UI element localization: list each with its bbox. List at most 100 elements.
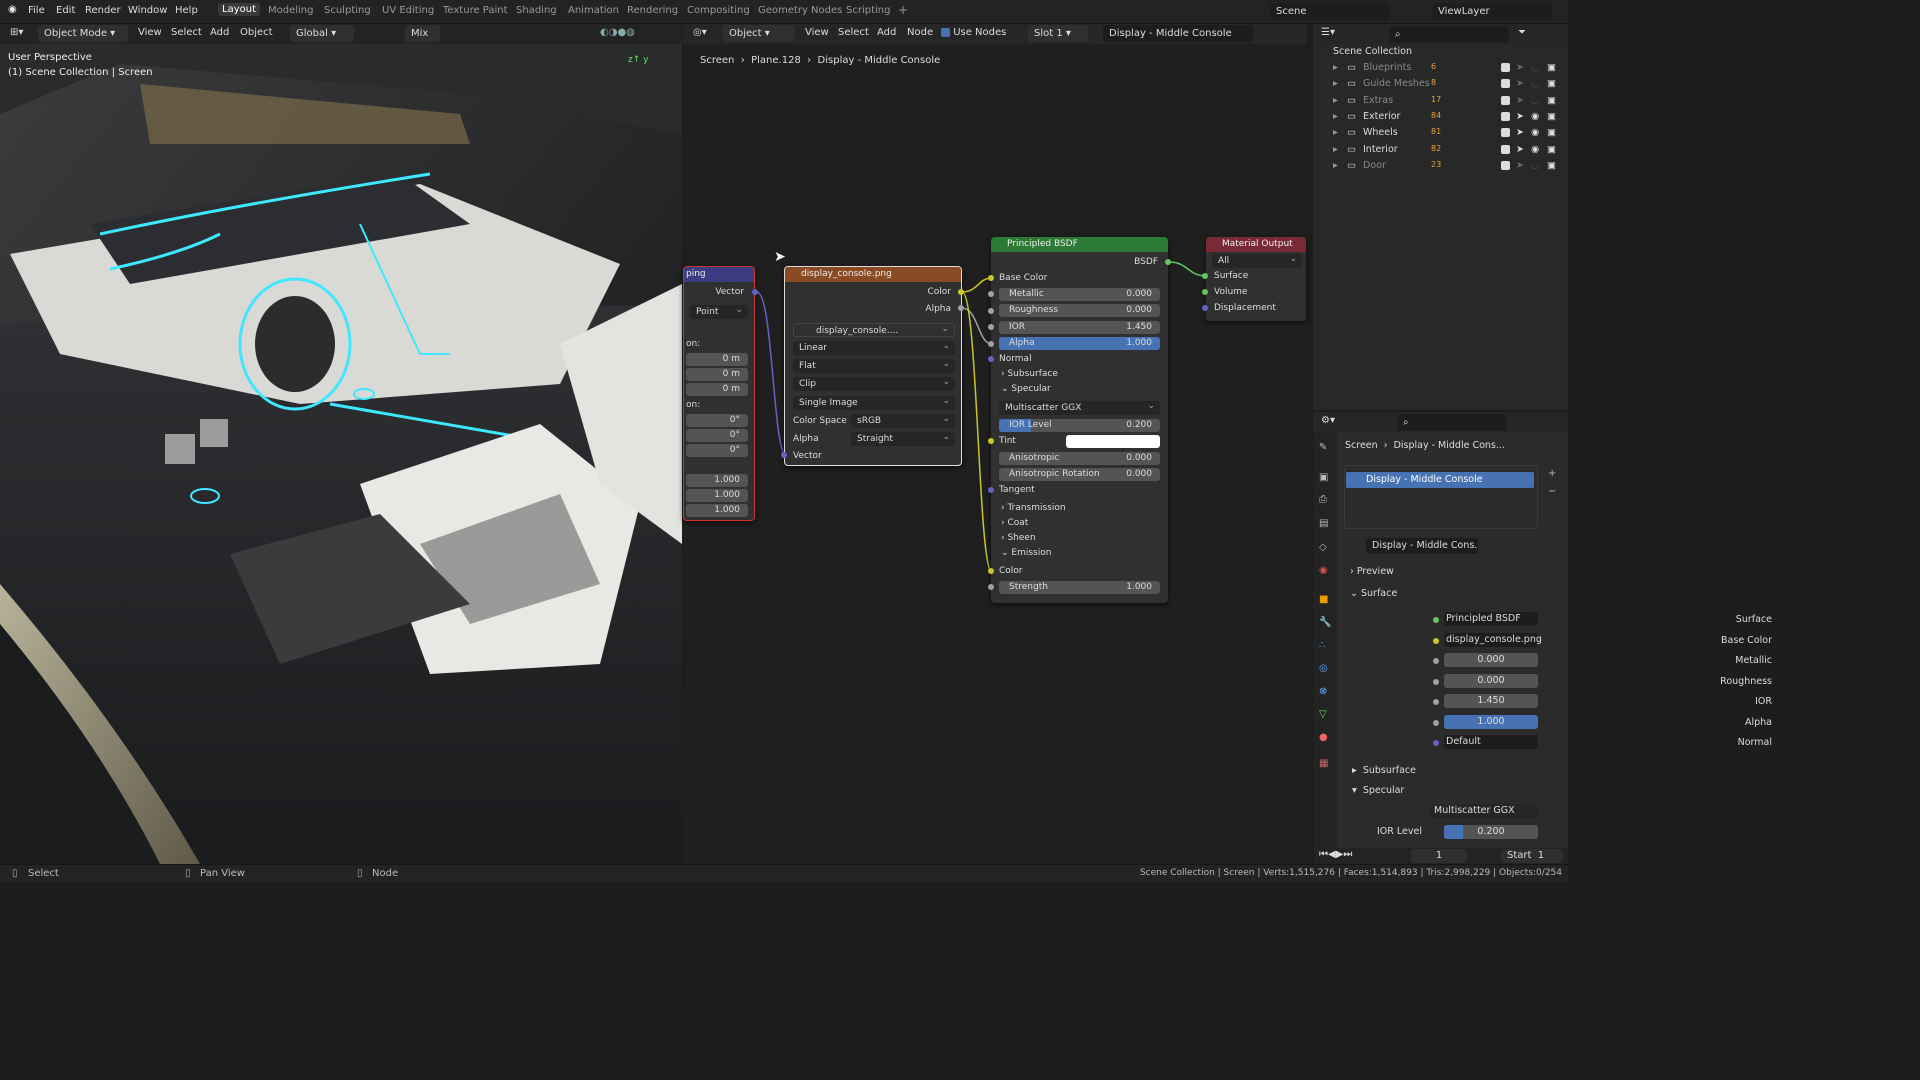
tab-shading[interactable]: Shading (516, 5, 557, 16)
bsdf-alpha-slider[interactable]: Alpha 1.000 (999, 337, 1160, 350)
particles-tab-icon[interactable]: ∴ (1319, 640, 1325, 651)
data-tab-icon[interactable]: ▽ (1319, 709, 1327, 720)
visibility-eye-icon[interactable]: ◡ (1531, 95, 1539, 106)
roughness-socket[interactable] (988, 308, 994, 314)
scene-tab-icon[interactable]: ◇ (1319, 542, 1327, 553)
emission-color-socket[interactable] (988, 568, 994, 574)
breadcrumb-screen[interactable]: Screen (700, 55, 734, 66)
start-frame-field[interactable]: Start 1 (1501, 849, 1563, 863)
render-tab-icon[interactable]: ▣ (1319, 472, 1328, 483)
menu-window[interactable]: Window (128, 5, 167, 16)
tab-rendering[interactable]: Rendering (627, 5, 678, 16)
mapping-scale-z[interactable]: 1.000 (686, 504, 748, 517)
prop-socket-icon[interactable] (1433, 740, 1439, 746)
exclude-checkbox[interactable] (1501, 160, 1510, 171)
object-mode-dropdown[interactable]: Object Mode ▾ (38, 25, 128, 42)
selectable-arrow-icon[interactable]: ➤ (1516, 111, 1524, 122)
shading-modes-icon[interactable]: ◐◑●◍ (600, 27, 635, 38)
props-distribution-dropdown[interactable]: Multiscatter GGX (1430, 804, 1538, 818)
mapping-loc-z[interactable]: 0 m (686, 383, 748, 396)
prop-socket-icon[interactable] (1433, 617, 1439, 623)
prop-value-field[interactable]: 0.000 (1444, 673, 1538, 688)
constraints-tab-icon[interactable]: ⊗ (1319, 686, 1327, 697)
tab-texture-paint[interactable]: Texture Paint (443, 5, 508, 16)
tab-animation[interactable]: Animation (568, 5, 619, 16)
mapping-type-dropdown[interactable]: Point (690, 303, 748, 319)
visibility-eye-icon[interactable]: ◉ (1531, 127, 1539, 138)
outliner-type-icon[interactable]: ☰▾ (1321, 27, 1335, 38)
outliner-scene-collection[interactable]: Scene Collection (1313, 46, 1568, 62)
viewport-menu-add[interactable]: Add (210, 27, 229, 38)
bsdf-specular-panel[interactable]: ⌄ Specular (1001, 384, 1051, 394)
tint-socket[interactable] (988, 438, 994, 444)
output-surface-socket[interactable] (1202, 273, 1208, 279)
bsdf-ior-slider[interactable]: IOR 1.450 (999, 321, 1160, 334)
tab-modeling[interactable]: Modeling (268, 5, 314, 16)
material-output-node[interactable]: Material Output All Surface Volume Displ… (1206, 237, 1306, 321)
output-displacement-socket[interactable] (1202, 305, 1208, 311)
exclude-checkbox[interactable] (1501, 62, 1510, 73)
selectable-arrow-icon[interactable]: ➤ (1516, 127, 1524, 138)
render-camera-icon[interactable]: ▣ (1547, 78, 1556, 89)
exclude-checkbox[interactable] (1501, 111, 1510, 122)
world-tab-icon[interactable]: ◉ (1319, 565, 1328, 576)
mapping-scale-x[interactable]: 1.000 (686, 474, 748, 487)
visibility-eye-icon[interactable]: ◡ (1531, 78, 1539, 89)
bsdf-coat-panel[interactable]: › Coat (1001, 518, 1028, 528)
bsdf-aniso-rotation-slider[interactable]: Anisotropic Rotation 0.000 (999, 468, 1160, 481)
slot-dropdown[interactable]: Slot 1 ▾ (1028, 25, 1088, 42)
props-breadcrumb-material[interactable]: Display - Middle Cons... (1394, 440, 1505, 451)
bsdf-anisotropic-slider[interactable]: Anisotropic 0.000 (999, 452, 1160, 465)
physics-tab-icon[interactable]: ◎ (1319, 663, 1328, 674)
principled-bsdf-node[interactable]: Principled BSDF BSDF Base Color Metallic… (991, 237, 1168, 603)
exclude-checkbox[interactable] (1501, 127, 1510, 138)
tab-uv-editing[interactable]: UV Editing (382, 5, 434, 16)
use-nodes-checkbox[interactable]: Use Nodes (941, 27, 1006, 38)
output-target-dropdown[interactable]: All (1212, 252, 1302, 268)
base-color-socket[interactable] (988, 275, 994, 281)
breadcrumb-material[interactable]: Display - Middle Console (818, 55, 941, 66)
outliner-collection-row[interactable]: ▸ ▭ Extras 17 ➤ ◡ ▣ (1313, 95, 1568, 111)
image-color-socket[interactable] (958, 289, 964, 295)
selectable-arrow-icon[interactable]: ➤ (1516, 144, 1524, 155)
emission-strength-slider[interactable]: Strength 1.000 (999, 581, 1160, 594)
mapping-rot-x[interactable]: 0° (686, 414, 748, 427)
bsdf-ior-level-slider[interactable]: IOR Level 0.200 (999, 419, 1160, 432)
menu-file[interactable]: File (28, 5, 45, 16)
bsdf-metallic-slider[interactable]: Metallic 0.000 (999, 288, 1160, 301)
node-menu-node[interactable]: Node (907, 27, 933, 38)
menu-render[interactable]: Render (85, 5, 121, 16)
mapping-vector-socket[interactable] (752, 289, 758, 295)
outliner-collection-row[interactable]: ▸ ▭ Wheels 81 ➤ ◉ ▣ (1313, 127, 1568, 143)
bsdf-roughness-slider[interactable]: Roughness 0.000 (999, 304, 1160, 317)
outliner-collection-row[interactable]: ▸ ▭ Guide Meshes 8 ➤ ◡ ▣ (1313, 78, 1568, 94)
add-slot-button[interactable]: + (1548, 468, 1556, 479)
breadcrumb-object[interactable]: Plane.128 (751, 55, 801, 66)
subsurface-subpanel[interactable]: ▸ Subsurface (1352, 765, 1416, 776)
tab-sculpting[interactable]: Sculpting (324, 5, 371, 16)
render-camera-icon[interactable]: ▣ (1547, 127, 1556, 138)
playback-controls-icon[interactable]: ⏮◀▶⏭ (1319, 849, 1352, 860)
bsdf-subsurface-panel[interactable]: › Subsurface (1001, 369, 1058, 379)
normal-socket[interactable] (988, 356, 994, 362)
bsdf-output-socket[interactable] (1165, 259, 1171, 265)
prop-socket-icon[interactable] (1433, 637, 1439, 644)
properties-type-icon[interactable]: ⚙▾ (1321, 415, 1335, 426)
bsdf-sheen-panel[interactable]: › Sheen (1001, 533, 1036, 543)
render-camera-icon[interactable]: ▣ (1547, 160, 1556, 171)
prop-value-field[interactable]: Default (1444, 735, 1538, 749)
output-tab-icon[interactable]: ⎙ (1319, 494, 1327, 505)
render-camera-icon[interactable]: ▣ (1547, 95, 1556, 106)
properties-search-field[interactable]: ⌕ (1397, 414, 1507, 431)
add-workspace-button[interactable]: + (898, 3, 908, 17)
ior-socket[interactable] (988, 324, 994, 330)
viewport-menu-select[interactable]: Select (171, 27, 202, 38)
color-space-dropdown[interactable]: sRGB (851, 412, 955, 428)
material-tab-icon[interactable]: ● (1319, 732, 1328, 743)
tab-scripting[interactable]: Scripting (846, 5, 890, 16)
viewport-menu-object[interactable]: Object (240, 27, 273, 38)
view-layer-tab-icon[interactable]: ▤ (1319, 518, 1328, 529)
alpha-socket[interactable] (988, 341, 994, 347)
output-volume-socket[interactable] (1202, 289, 1208, 295)
image-alpha-socket[interactable] (958, 305, 964, 311)
